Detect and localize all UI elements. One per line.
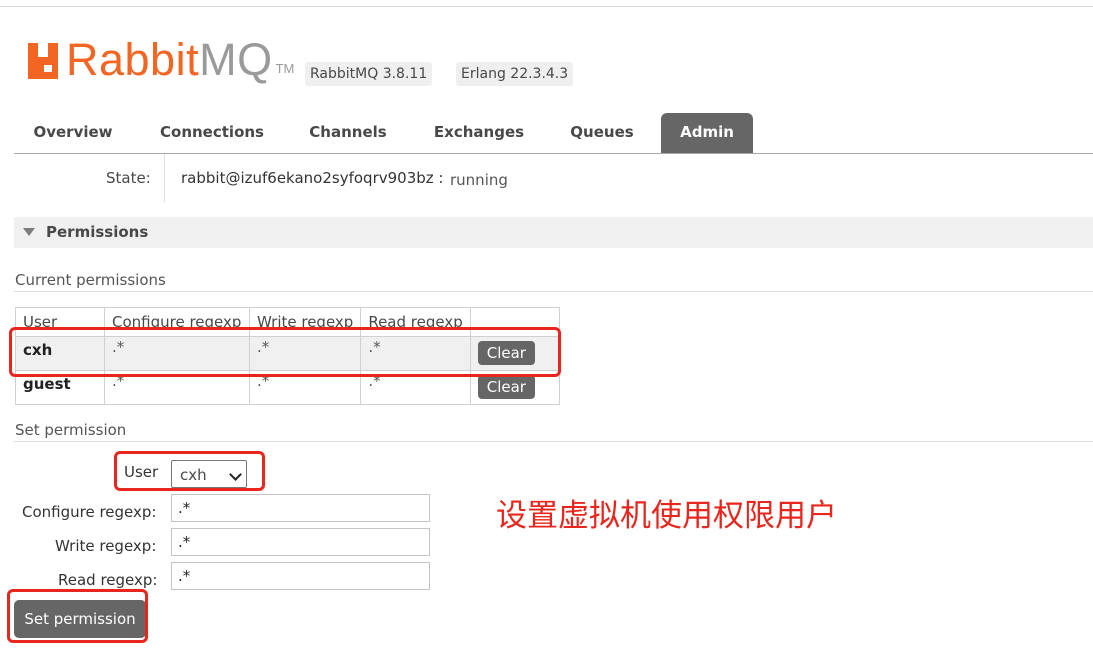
tab-queues[interactable]: Queues: [562, 113, 642, 153]
annotation-highlight-set-button: [7, 589, 148, 643]
permissions-section-title: Permissions: [46, 223, 149, 241]
rabbitmq-version-badge: RabbitMQ 3.8.11: [305, 62, 433, 86]
set-permission-title: Set permission: [15, 421, 127, 439]
tab-connections[interactable]: Connections: [152, 113, 272, 153]
state-divider: [164, 154, 165, 202]
divider: [14, 441, 1093, 442]
annotation-highlight-user-select: [114, 451, 265, 491]
top-border: [0, 6, 1093, 7]
write-regexp-input[interactable]: .*: [171, 528, 430, 556]
current-permissions-title: Current permissions: [15, 271, 166, 289]
erlang-version-badge: Erlang 22.3.4.3: [456, 62, 574, 86]
main-nav-tabs: Overview Connections Channels Exchanges …: [14, 113, 1093, 154]
annotation-note: 设置虚拟机使用权限用户: [496, 498, 837, 534]
configure-regexp-label: Configure regexp:: [22, 503, 157, 521]
logo-wordmark: RabbitMQ: [66, 34, 273, 85]
tab-admin[interactable]: Admin: [661, 113, 753, 153]
permissions-section-toggle[interactable]: Permissions: [14, 217, 1093, 248]
permission-user: guest: [23, 375, 71, 393]
logo-trademark: TM: [275, 61, 295, 76]
rabbitmq-logo[interactable]: RabbitMQ TM: [28, 34, 295, 85]
divider: [14, 291, 1093, 292]
tab-overview[interactable]: Overview: [20, 113, 126, 153]
state-node-name: rabbit@izuf6ekano2syfoqrv903bz :: [181, 169, 444, 187]
annotation-highlight-cxh-row: [9, 327, 561, 377]
read-regexp-label: Read regexp:: [58, 571, 158, 589]
tab-channels[interactable]: Channels: [300, 113, 396, 153]
tab-exchanges[interactable]: Exchanges: [424, 113, 534, 153]
rabbitmq-logo-icon: [28, 43, 62, 79]
state-label: State:: [106, 169, 151, 187]
configure-regexp-input[interactable]: .*: [171, 494, 430, 522]
read-regexp-input[interactable]: .*: [171, 562, 430, 590]
state-status: running: [450, 171, 508, 189]
collapse-triangle-icon: [23, 228, 35, 236]
write-regexp-label: Write regexp:: [55, 537, 157, 555]
clear-permission-button[interactable]: Clear: [477, 375, 535, 399]
